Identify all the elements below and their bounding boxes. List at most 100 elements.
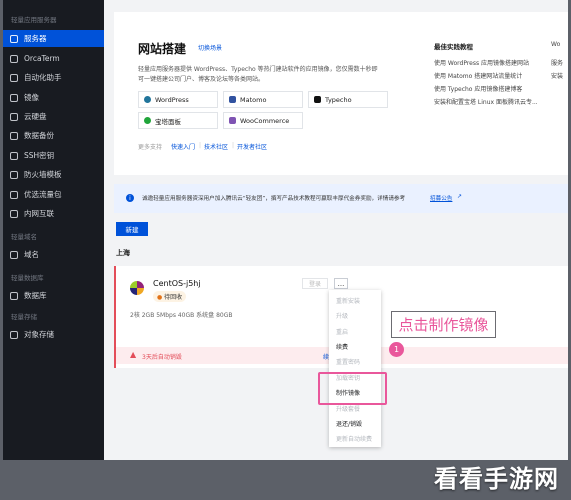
tech-community-link[interactable]: 技术社区 <box>204 142 228 151</box>
status-text: 待回收 <box>164 294 183 301</box>
instance-name[interactable]: CentOS-j5hj <box>153 279 201 288</box>
menu-item-return-destroy[interactable]: 退还/销毁 <box>336 419 362 428</box>
instruction-callout: 点击制作镜像 <box>391 311 496 338</box>
key-icon <box>10 151 18 160</box>
sidebar-item-object-storage[interactable]: 对象存储 <box>3 326 104 343</box>
app-window: 轻量应用服务器 服务器 OrcaTerm 自动化助手 镜像 云硬盘 数据备份 S… <box>3 0 568 460</box>
centos-icon <box>130 281 144 295</box>
sidebar-item-database[interactable]: 数据库 <box>3 287 104 304</box>
app-chip-label: WordPress <box>155 95 189 104</box>
sidebar-item-backup[interactable]: 数据备份 <box>3 127 104 144</box>
app-chip-typecho[interactable]: Typecho <box>308 91 388 108</box>
disk-icon <box>10 112 18 121</box>
sidebar-item-label: 内网互联 <box>24 209 54 218</box>
sidebar-item-traffic[interactable]: 优选流量包 <box>3 186 104 203</box>
best-practice-more-item[interactable]: 安装 <box>551 71 563 80</box>
sidebar-item-label: 域名 <box>24 250 39 259</box>
link-divider: | <box>232 142 235 149</box>
backup-icon <box>10 131 18 140</box>
wordpress-icon <box>144 96 151 103</box>
sidebar-item-ssh-key[interactable]: SSH密钥 <box>3 147 104 164</box>
automation-icon <box>10 73 18 82</box>
best-practice-item[interactable]: 安装和配置宝塔 Linux 面板腾讯云专... <box>434 97 538 106</box>
image-icon <box>10 93 18 102</box>
dev-community-link[interactable]: 开发者社区 <box>237 142 267 151</box>
sidebar: 轻量应用服务器 服务器 OrcaTerm 自动化助手 镜像 云硬盘 数据备份 S… <box>3 0 104 460</box>
notice-text: 诚邀轻量应用服务器资深用户加入腾讯云“轻友团”，撰写产品技术教程可赢取丰厚代金券… <box>142 196 406 202</box>
sidebar-item-label: 镜像 <box>24 93 39 102</box>
create-image-highlight <box>318 372 387 405</box>
woocommerce-icon <box>229 117 236 124</box>
site-desc-line1: 轻量应用服务器提供 WordPress、Typecho 等热门建站软件的应用镜像… <box>138 66 378 73</box>
warning-text: 3天后自动销毁 <box>142 354 182 361</box>
new-instance-button[interactable]: 新建 <box>116 222 148 236</box>
sidebar-item-label: 对象存储 <box>24 330 54 339</box>
best-practice-item[interactable]: 使用 WordPress 应用镜像搭建网站 <box>434 58 529 67</box>
quick-start-link[interactable]: 快速入门 <box>171 142 195 151</box>
app-chip-label: Typecho <box>325 95 352 104</box>
menu-item-upgrade[interactable]: 升级 <box>336 311 348 320</box>
menu-item-renew[interactable]: 续费 <box>336 342 348 351</box>
network-icon <box>10 209 18 218</box>
sidebar-item-domain[interactable]: 域名 <box>3 246 104 263</box>
sidebar-group-storage: 轻量存储 <box>11 313 37 321</box>
sidebar-item-label: 优选流量包 <box>24 190 62 199</box>
support-label: 更多支持 <box>138 144 163 151</box>
sidebar-item-intranet[interactable]: 内网互联 <box>3 205 104 222</box>
sidebar-item-label: OrcaTerm <box>24 54 60 63</box>
warning-icon: ▲ <box>130 350 137 359</box>
app-chip-bt-panel[interactable]: 宝塔面板 <box>138 112 218 129</box>
best-practice-more-item[interactable]: Wo <box>551 41 560 48</box>
sidebar-item-label: SSH密钥 <box>24 151 55 160</box>
database-icon <box>10 291 18 300</box>
app-chip-wordpress[interactable]: WordPress <box>138 91 218 108</box>
best-practice-item[interactable]: 使用 Typecho 应用镜像搭建博客 <box>434 84 522 93</box>
menu-item-reset-password[interactable]: 重置密码 <box>336 357 360 366</box>
best-practice-more-item[interactable]: 服务 <box>551 58 563 67</box>
menu-item-upgrade-plan[interactable]: 升级套餐 <box>336 404 360 413</box>
sidebar-group-domain: 轻量域名 <box>11 233 37 241</box>
region-label: 上海 <box>116 249 130 257</box>
terminal-icon <box>10 54 18 63</box>
instance-specs: 2核 2GB 5Mbps 40GB 系统盘 80GB <box>130 312 233 319</box>
app-chip-woocommerce[interactable]: WooCommerce <box>223 112 303 129</box>
menu-item-reinstall[interactable]: 重新安装 <box>336 296 360 305</box>
menu-item-restart[interactable]: 重启 <box>336 327 348 336</box>
app-chip-matomo[interactable]: Matomo <box>223 91 303 108</box>
link-divider: | <box>199 142 202 149</box>
sidebar-item-label: 数据库 <box>24 291 47 300</box>
more-actions-button[interactable]: ... <box>334 278 348 289</box>
step-badge: 1 <box>389 342 404 357</box>
sidebar-item-automation[interactable]: 自动化助手 <box>3 69 104 86</box>
menu-item-auto-renew[interactable]: 更新自动续费 <box>336 434 372 443</box>
sidebar-item-disk[interactable]: 云硬盘 <box>3 108 104 125</box>
notice-banner: i 诚邀轻量应用服务器资深用户加入腾讯云“轻友团”，撰写产品技术教程可赢取丰厚代… <box>114 184 568 213</box>
sidebar-item-orcaterm[interactable]: OrcaTerm <box>3 50 104 67</box>
login-button[interactable]: 登录 <box>302 278 328 289</box>
bt-panel-icon <box>144 117 151 124</box>
sidebar-item-label: 自动化助手 <box>24 73 62 82</box>
sidebar-group-lighthouse: 轻量应用服务器 <box>11 16 57 24</box>
sidebar-item-firewall[interactable]: 防火墙模板 <box>3 166 104 183</box>
sidebar-item-label: 云硬盘 <box>24 112 47 121</box>
status-badge: ● 待回收 <box>153 291 187 302</box>
sidebar-item-image[interactable]: 镜像 <box>3 89 104 106</box>
pending-icon: ● <box>157 294 163 301</box>
notice-link[interactable]: 招募公告 <box>430 194 452 202</box>
watermark: 看看手游网 <box>434 465 559 493</box>
firewall-icon <box>10 170 18 179</box>
site-title: 网站搭建 <box>138 42 187 56</box>
sidebar-group-database: 轻量数据库 <box>11 274 44 282</box>
storage-icon <box>10 330 18 339</box>
domain-icon <box>10 250 18 259</box>
sidebar-item-server[interactable]: 服务器 <box>3 30 104 47</box>
site-builder-card: 网站搭建 切换场景 轻量应用服务器提供 WordPress、Typecho 等热… <box>114 12 568 175</box>
app-chip-label: Matomo <box>240 95 267 104</box>
more-actions-menu: 重新安装 升级 重启 续费 重置密码 加载密钥 制作镜像 升级套餐 退还/销毁 … <box>329 290 381 447</box>
app-chip-label: WooCommerce <box>240 116 290 125</box>
sidebar-item-label: 防火墙模板 <box>24 170 62 179</box>
best-practice-item[interactable]: 使用 Matomo 搭建网站流量统计 <box>434 71 522 80</box>
switch-scene-link[interactable]: 切换场景 <box>198 43 222 52</box>
site-desc-line2: 可一键搭建公司门户、博客及论坛等各类网站。 <box>138 76 265 83</box>
matomo-icon <box>229 96 236 103</box>
